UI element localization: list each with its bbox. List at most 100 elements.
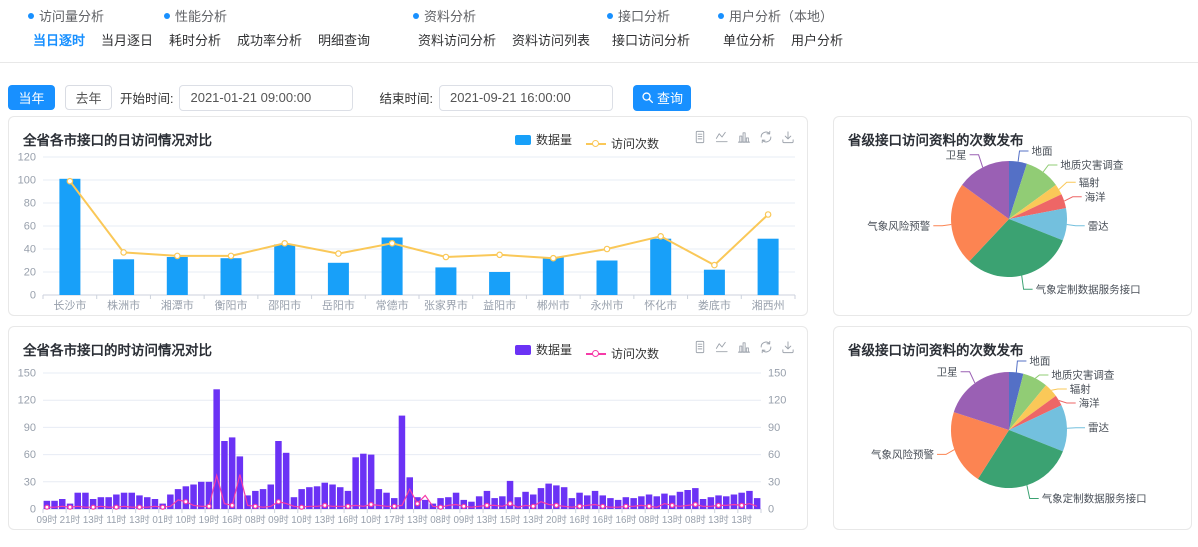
bar[interactable] (221, 441, 228, 509)
x-axis-label: 21时 (60, 514, 81, 526)
end-time-input[interactable] (439, 85, 613, 111)
bar[interactable] (700, 499, 707, 509)
nav-item[interactable]: 耗时分析 (169, 30, 221, 49)
nav-item[interactable]: 资料访问分析 (418, 30, 496, 49)
start-time-input[interactable] (179, 85, 353, 111)
bar[interactable] (167, 257, 188, 295)
data-view-icon[interactable] (693, 130, 707, 144)
bar[interactable] (746, 491, 753, 509)
y-axis-label: 90 (24, 422, 36, 434)
legend-label: 访问次数 (611, 135, 659, 152)
line-marker (531, 504, 535, 508)
bar[interactable] (399, 416, 406, 509)
bar[interactable] (352, 457, 359, 509)
bar[interactable] (453, 493, 460, 509)
x-axis-label: 怀化市 (644, 298, 677, 312)
bar[interactable] (731, 495, 738, 510)
bar[interactable] (422, 500, 429, 509)
bar[interactable] (329, 485, 336, 510)
bar[interactable] (597, 261, 618, 296)
y-axis-label-right: 120 (768, 395, 786, 407)
nav-item[interactable]: 单位分析 (723, 30, 775, 49)
bar[interactable] (754, 498, 761, 509)
bar[interactable] (283, 453, 290, 509)
bar[interactable] (59, 179, 80, 295)
pie-chart-1[interactable]: 地面地质灾害调查辐射海洋雷达气象定制数据服务接口气象风险预警卫星 (834, 145, 1191, 313)
x-axis-label: 株洲市 (107, 298, 140, 312)
bar[interactable] (175, 489, 182, 509)
bar[interactable] (723, 496, 730, 509)
bar[interactable] (152, 499, 159, 509)
bar[interactable] (183, 486, 190, 509)
bar[interactable] (468, 502, 475, 509)
nav-item[interactable]: 用户分析 (791, 30, 843, 49)
chart-legend[interactable]: 数据量访问次数 (515, 131, 673, 152)
legend-line-swatch (586, 353, 606, 355)
bar[interactable] (661, 494, 668, 509)
pie-label: 卫星 (937, 366, 958, 378)
nav-item[interactable]: 接口访问分析 (612, 30, 690, 49)
bar[interactable] (291, 497, 298, 509)
bar[interactable] (275, 441, 282, 509)
bar[interactable] (198, 482, 205, 509)
search-button[interactable]: 查询 (633, 85, 691, 111)
bar[interactable] (650, 239, 671, 295)
daily-bar-line-chart[interactable]: 020406080100120长沙市株洲市湘潭市衡阳市邵阳市岳阳市常德市张家界市… (9, 147, 805, 315)
bar[interactable] (59, 499, 66, 509)
nav-item[interactable]: 成功率分析 (237, 30, 302, 49)
restore-icon[interactable] (759, 130, 773, 144)
nav-item[interactable]: 当日逐时 (33, 30, 85, 49)
bar[interactable] (758, 239, 779, 295)
data-view-icon[interactable] (693, 340, 707, 354)
bar[interactable] (274, 244, 295, 295)
line-marker (443, 254, 448, 259)
line-marker (601, 504, 605, 508)
bar[interactable] (592, 491, 599, 509)
bar[interactable] (98, 497, 105, 509)
line-marker (554, 503, 558, 507)
bar[interactable] (360, 454, 367, 509)
bar[interactable] (328, 263, 349, 295)
bar[interactable] (630, 498, 637, 509)
bar[interactable] (489, 272, 510, 295)
bar[interactable] (435, 267, 456, 295)
current-year-button[interactable]: 当年 (8, 85, 55, 110)
bar[interactable] (368, 455, 375, 509)
bar[interactable] (704, 270, 725, 295)
nav-item[interactable]: 明细查询 (318, 30, 370, 49)
bar[interactable] (213, 389, 220, 509)
switch-bar-icon[interactable] (737, 130, 751, 144)
bar[interactable] (638, 496, 645, 509)
pie-label: 雷达 (1088, 220, 1110, 232)
bar[interactable] (708, 497, 715, 509)
last-year-button[interactable]: 去年 (65, 85, 112, 110)
pie-chart-2[interactable]: 地面地质灾害调查辐射海洋雷达气象定制数据服务接口气象风险预警卫星 (834, 355, 1191, 523)
bar[interactable] (260, 489, 267, 509)
bar[interactable] (221, 258, 242, 295)
switch-bar-icon[interactable] (737, 340, 751, 354)
restore-icon[interactable] (759, 340, 773, 354)
pie-label-line (1022, 276, 1033, 290)
switch-line-icon[interactable] (715, 130, 729, 144)
bar[interactable] (491, 498, 498, 509)
x-axis-label: 张家界市 (424, 298, 468, 312)
save-image-icon[interactable] (781, 340, 795, 354)
bar[interactable] (499, 496, 506, 509)
switch-line-icon[interactable] (715, 340, 729, 354)
hourly-bar-line-chart[interactable]: 0030306060909012012015015009时21时13时11时13… (9, 357, 805, 529)
nav-item[interactable]: 资料访问列表 (512, 30, 590, 49)
nav-item[interactable]: 当月逐日 (101, 30, 153, 49)
bullet-icon (607, 13, 613, 19)
nav-group-1: 访问量分析当日逐时当月逐日 (28, 6, 153, 49)
bar[interactable] (543, 257, 564, 295)
chart-legend[interactable]: 数据量访问次数 (515, 341, 673, 362)
line-marker (323, 503, 327, 507)
line-marker (67, 179, 72, 184)
bar[interactable] (445, 497, 452, 509)
bar[interactable] (113, 259, 134, 295)
legend-bar-swatch (515, 135, 531, 145)
line-marker (336, 251, 341, 256)
bar[interactable] (538, 488, 545, 509)
bar[interactable] (584, 495, 591, 509)
save-image-icon[interactable] (781, 130, 795, 144)
